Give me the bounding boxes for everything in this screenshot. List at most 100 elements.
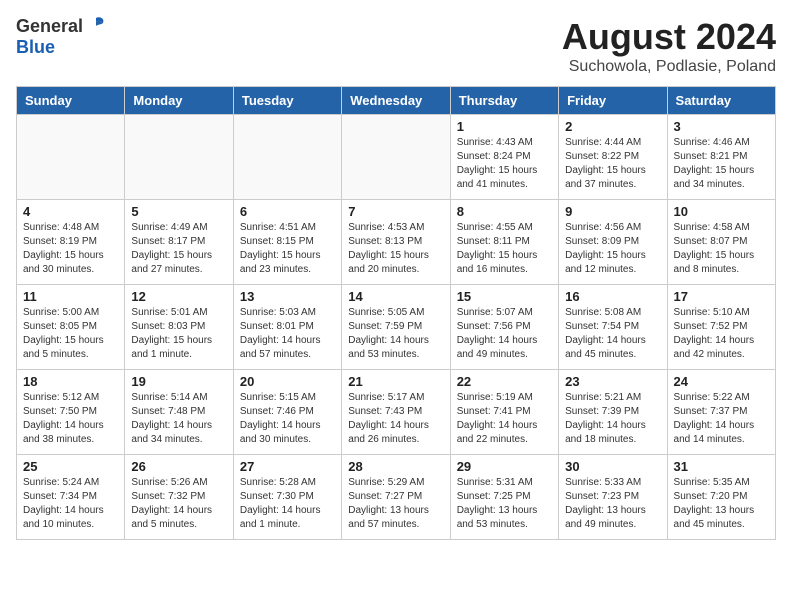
week-row-1: 1 Sunrise: 4:43 AM Sunset: 8:24 PM Daylig…	[17, 115, 776, 200]
calendar-cell: 29 Sunrise: 5:31 AM Sunset: 7:25 PM Dayli…	[450, 455, 558, 540]
day-info: Sunrise: 5:05 AM Sunset: 7:59 PM Dayligh…	[348, 306, 443, 362]
day-number: 17	[674, 289, 769, 304]
day-number: 11	[23, 289, 118, 304]
day-info: Sunrise: 5:15 AM Sunset: 7:46 PM Dayligh…	[240, 391, 335, 447]
calendar-cell: 12Sunrise: 5:01 AM Sunset: 8:03 PM Dayli…	[125, 285, 233, 370]
day-info: Sunrise: 4:48 AM Sunset: 8:19 PM Dayligh…	[23, 221, 118, 277]
calendar-cell: 5 Sunrise: 4:49 AM Sunset: 8:17 PM Daylig…	[125, 200, 233, 285]
day-number: 24	[674, 374, 769, 389]
location-subtitle: Suchowola, Podlasie, Poland	[562, 58, 776, 76]
day-number: 18	[23, 374, 118, 389]
day-info: Sunrise: 5:26 AM Sunset: 7:32 PM Dayligh…	[131, 476, 226, 532]
day-info: Sunrise: 5:03 AM Sunset: 8:01 PM Dayligh…	[240, 306, 335, 362]
calendar-cell: 31Sunrise: 5:35 AM Sunset: 7:20 PM Dayli…	[667, 455, 775, 540]
day-info: Sunrise: 5:29 AM Sunset: 7:27 PM Dayligh…	[348, 476, 443, 532]
logo-bird-icon	[85, 14, 107, 36]
day-number: 29	[457, 459, 552, 474]
calendar-cell	[125, 115, 233, 200]
page-header: General Blue August 2024 Suchowola, Podl…	[16, 16, 776, 76]
calendar-cell: 10Sunrise: 4:58 AM Sunset: 8:07 PM Dayli…	[667, 200, 775, 285]
day-info: Sunrise: 4:58 AM Sunset: 8:07 PM Dayligh…	[674, 221, 769, 277]
day-number: 27	[240, 459, 335, 474]
day-number: 1	[457, 119, 552, 134]
calendar-cell: 7 Sunrise: 4:53 AM Sunset: 8:13 PM Daylig…	[342, 200, 450, 285]
calendar-cell: 15 Sunrise: 5:07 AM Sunset: 7:56 PM Dayli…	[450, 285, 558, 370]
day-info: Sunrise: 5:31 AM Sunset: 7:25 PM Dayligh…	[457, 476, 552, 532]
calendar-cell: 27 Sunrise: 5:28 AM Sunset: 7:30 PM Dayli…	[233, 455, 341, 540]
calendar-cell: 14 Sunrise: 5:05 AM Sunset: 7:59 PM Dayli…	[342, 285, 450, 370]
weekday-header-monday: Monday	[125, 87, 233, 115]
logo-blue-text: Blue	[16, 37, 55, 58]
day-info: Sunrise: 4:46 AM Sunset: 8:21 PM Dayligh…	[674, 136, 769, 192]
day-number: 14	[348, 289, 443, 304]
calendar-cell: 28 Sunrise: 5:29 AM Sunset: 7:27 PM Dayli…	[342, 455, 450, 540]
week-row-2: 4 Sunrise: 4:48 AM Sunset: 8:19 PM Daylig…	[17, 200, 776, 285]
day-number: 5	[131, 204, 226, 219]
calendar-cell: 6 Sunrise: 4:51 AM Sunset: 8:15 PM Daylig…	[233, 200, 341, 285]
day-number: 26	[131, 459, 226, 474]
day-number: 2	[565, 119, 660, 134]
day-info: Sunrise: 4:55 AM Sunset: 8:11 PM Dayligh…	[457, 221, 552, 277]
day-number: 20	[240, 374, 335, 389]
day-number: 4	[23, 204, 118, 219]
day-number: 13	[240, 289, 335, 304]
calendar-cell: 20 Sunrise: 5:15 AM Sunset: 7:46 PM Dayli…	[233, 370, 341, 455]
day-number: 22	[457, 374, 552, 389]
week-row-4: 18Sunrise: 5:12 AM Sunset: 7:50 PM Dayli…	[17, 370, 776, 455]
day-info: Sunrise: 4:56 AM Sunset: 8:09 PM Dayligh…	[565, 221, 660, 277]
calendar-cell: 19Sunrise: 5:14 AM Sunset: 7:48 PM Dayli…	[125, 370, 233, 455]
calendar-cell	[17, 115, 125, 200]
day-info: Sunrise: 5:08 AM Sunset: 7:54 PM Dayligh…	[565, 306, 660, 362]
calendar-cell: 25 Sunrise: 5:24 AM Sunset: 7:34 PM Dayli…	[17, 455, 125, 540]
day-info: Sunrise: 5:10 AM Sunset: 7:52 PM Dayligh…	[674, 306, 769, 362]
week-row-5: 25 Sunrise: 5:24 AM Sunset: 7:34 PM Dayli…	[17, 455, 776, 540]
weekday-header-thursday: Thursday	[450, 87, 558, 115]
calendar-cell	[233, 115, 341, 200]
calendar-cell: 13 Sunrise: 5:03 AM Sunset: 8:01 PM Dayli…	[233, 285, 341, 370]
day-number: 8	[457, 204, 552, 219]
day-number: 25	[23, 459, 118, 474]
day-number: 31	[674, 459, 769, 474]
day-info: Sunrise: 5:28 AM Sunset: 7:30 PM Dayligh…	[240, 476, 335, 532]
calendar-cell: 23 Sunrise: 5:21 AM Sunset: 7:39 PM Dayli…	[559, 370, 667, 455]
calendar-table: SundayMondayTuesdayWednesdayThursdayFrid…	[16, 86, 776, 540]
day-info: Sunrise: 5:33 AM Sunset: 7:23 PM Dayligh…	[565, 476, 660, 532]
weekday-header-saturday: Saturday	[667, 87, 775, 115]
day-number: 23	[565, 374, 660, 389]
day-number: 28	[348, 459, 443, 474]
day-info: Sunrise: 4:53 AM Sunset: 8:13 PM Dayligh…	[348, 221, 443, 277]
weekday-header-friday: Friday	[559, 87, 667, 115]
day-number: 30	[565, 459, 660, 474]
calendar-cell: 24Sunrise: 5:22 AM Sunset: 7:37 PM Dayli…	[667, 370, 775, 455]
calendar-cell: 26 Sunrise: 5:26 AM Sunset: 7:32 PM Dayli…	[125, 455, 233, 540]
calendar-cell: 16 Sunrise: 5:08 AM Sunset: 7:54 PM Dayli…	[559, 285, 667, 370]
day-number: 9	[565, 204, 660, 219]
calendar-header-row: SundayMondayTuesdayWednesdayThursdayFrid…	[17, 87, 776, 115]
day-number: 16	[565, 289, 660, 304]
day-info: Sunrise: 5:24 AM Sunset: 7:34 PM Dayligh…	[23, 476, 118, 532]
calendar-cell: 1 Sunrise: 4:43 AM Sunset: 8:24 PM Daylig…	[450, 115, 558, 200]
calendar-cell: 22Sunrise: 5:19 AM Sunset: 7:41 PM Dayli…	[450, 370, 558, 455]
month-year-title: August 2024	[562, 16, 776, 58]
day-info: Sunrise: 4:49 AM Sunset: 8:17 PM Dayligh…	[131, 221, 226, 277]
calendar-cell: 4 Sunrise: 4:48 AM Sunset: 8:19 PM Daylig…	[17, 200, 125, 285]
day-info: Sunrise: 5:21 AM Sunset: 7:39 PM Dayligh…	[565, 391, 660, 447]
weekday-header-tuesday: Tuesday	[233, 87, 341, 115]
day-info: Sunrise: 5:07 AM Sunset: 7:56 PM Dayligh…	[457, 306, 552, 362]
day-info: Sunrise: 5:17 AM Sunset: 7:43 PM Dayligh…	[348, 391, 443, 447]
day-info: Sunrise: 4:51 AM Sunset: 8:15 PM Dayligh…	[240, 221, 335, 277]
day-number: 15	[457, 289, 552, 304]
weekday-header-sunday: Sunday	[17, 87, 125, 115]
day-info: Sunrise: 4:44 AM Sunset: 8:22 PM Dayligh…	[565, 136, 660, 192]
calendar-cell	[342, 115, 450, 200]
week-row-3: 11Sunrise: 5:00 AM Sunset: 8:05 PM Dayli…	[17, 285, 776, 370]
calendar-cell: 9 Sunrise: 4:56 AM Sunset: 8:09 PM Daylig…	[559, 200, 667, 285]
title-area: August 2024 Suchowola, Podlasie, Poland	[562, 16, 776, 76]
day-number: 19	[131, 374, 226, 389]
day-number: 7	[348, 204, 443, 219]
calendar-cell: 2 Sunrise: 4:44 AM Sunset: 8:22 PM Daylig…	[559, 115, 667, 200]
day-info: Sunrise: 5:01 AM Sunset: 8:03 PM Dayligh…	[131, 306, 226, 362]
calendar-cell: 8 Sunrise: 4:55 AM Sunset: 8:11 PM Daylig…	[450, 200, 558, 285]
day-info: Sunrise: 4:43 AM Sunset: 8:24 PM Dayligh…	[457, 136, 552, 192]
day-number: 6	[240, 204, 335, 219]
